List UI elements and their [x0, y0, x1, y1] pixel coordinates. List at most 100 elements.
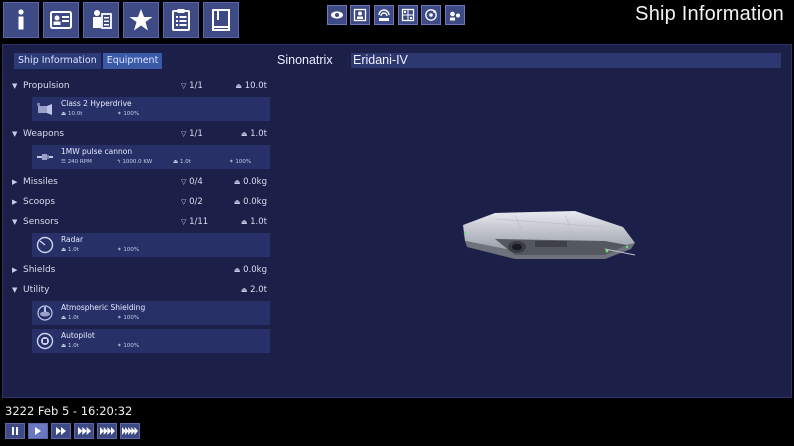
play-5x-icon	[122, 427, 138, 435]
ship-info-panel: Ship Information Equipment ▼ Propulsion …	[2, 44, 792, 398]
section-scoops[interactable]: ▶ Scoops ▽ 0/2 ⏏ 0.0kg	[10, 193, 273, 213]
play-4x-icon	[99, 427, 115, 435]
equipment-item-autopilot[interactable]: Autopilot ⏏ 1.0t ✶ 100%	[32, 329, 270, 353]
weight-icon: ⏏	[61, 315, 67, 321]
expand-arrow-icon: ▼	[12, 82, 18, 90]
section-propulsion[interactable]: ▼ Propulsion ▽ 1/1 ⏏ 10.0t	[10, 77, 273, 97]
id-card-tab-button[interactable]	[43, 2, 79, 38]
item-name: Class 2 Hyperdrive	[61, 99, 132, 108]
weight-icon: ⏏	[240, 130, 248, 138]
reputation-tab-button[interactable]	[123, 2, 159, 38]
play-2x-icon	[56, 427, 66, 435]
section-name: Propulsion	[23, 81, 70, 91]
orbit-icon	[425, 9, 437, 21]
crew-pair-icon	[450, 11, 460, 21]
item-name: Radar	[61, 235, 84, 244]
weight-icon: ⏏	[61, 343, 67, 349]
speed-2x-button[interactable]	[51, 423, 71, 439]
expand-arrow-icon: ▼	[12, 130, 18, 138]
section-name: Sensors	[23, 217, 59, 227]
star-icon	[129, 9, 153, 31]
slot-count: ▽ 1/11	[181, 217, 209, 227]
eye-icon	[331, 11, 343, 19]
expand-arrow-icon: ▼	[12, 218, 18, 226]
weight-icon: ⏏	[233, 266, 241, 274]
crew-tab-button[interactable]	[83, 2, 119, 38]
sector-map-view-button[interactable]	[398, 5, 418, 25]
weight-icon: ⏏	[61, 247, 67, 253]
slot-count: ▽ 0/2	[181, 197, 203, 207]
play-3x-icon	[77, 427, 91, 435]
crew-icon	[93, 10, 112, 29]
weight-icon: ⏏	[240, 218, 248, 226]
ship-name-field[interactable]: Eridani-IV	[351, 53, 781, 68]
item-name: Atmospheric Shielding	[61, 303, 146, 312]
expand-arrow-icon: ▶	[12, 198, 18, 206]
slot-icon: ▽	[181, 198, 187, 206]
section-missiles[interactable]: ▶ Missiles ▽ 0/4 ⏏ 0.0kg	[10, 173, 273, 193]
item-stats: ⏏ 1.0t ✶ 100%	[61, 315, 140, 321]
radar-view-button[interactable]	[374, 5, 394, 25]
section-sensors[interactable]: ▼ Sensors ▽ 1/11 ⏏ 1.0t	[10, 213, 273, 233]
cannon-icon	[37, 154, 53, 160]
section-weapons[interactable]: ▼ Weapons ▽ 1/1 ⏏ 1.0t	[10, 125, 273, 145]
equipment-list: ▼ Propulsion ▽ 1/1 ⏏ 10.0t Class 2 Hyper…	[10, 77, 273, 357]
section-mass: ⏏ 1.0t	[240, 129, 267, 139]
info-tab-button[interactable]	[3, 2, 39, 38]
speed-1x-button[interactable]	[28, 423, 48, 439]
section-name: Missiles	[23, 177, 58, 187]
section-name: Weapons	[23, 129, 65, 139]
wrench-icon: ✶	[229, 159, 234, 165]
encyclopedia-tab-button[interactable]	[203, 2, 239, 38]
wrench-icon: ✶	[117, 111, 122, 117]
external-view-button[interactable]	[327, 5, 347, 25]
slot-icon: ▽	[181, 130, 187, 138]
item-stats: ☰ 240 RPM ϟ 1000.0 KW ⏏ 1.0t ✶ 100%	[61, 159, 252, 165]
screen-title: Ship Information	[635, 3, 784, 25]
system-map-view-button[interactable]	[421, 5, 441, 25]
slot-icon: ▽	[181, 218, 187, 226]
game-date: 3222 Feb 5 - 16:20:32	[5, 404, 133, 418]
radar-dish-icon	[378, 9, 390, 21]
autopilot-icon	[36, 332, 54, 350]
weight-icon: ⏏	[173, 159, 179, 165]
wrench-icon: ✶	[117, 315, 122, 321]
sub-tab-bar: Ship Information Equipment	[14, 53, 163, 69]
section-name: Scoops	[23, 197, 56, 207]
tab-ship-information[interactable]: Ship Information	[14, 53, 101, 69]
top-bar: Ship Information	[0, 0, 794, 42]
hyperdrive-icon	[37, 103, 52, 115]
equipment-item-radar[interactable]: Radar ⏏ 1.0t ✶ 100%	[32, 233, 270, 257]
weight-icon: ⏏	[235, 82, 243, 90]
equipment-item-pulse-cannon[interactable]: 1MW pulse cannon ☰ 240 RPM ϟ 1000.0 KW ⏏ 1…	[32, 145, 270, 169]
target-map-icon	[401, 8, 415, 22]
missions-tab-button[interactable]	[163, 2, 199, 38]
equipment-column: Ship Information Equipment ▼ Propulsion …	[10, 51, 273, 391]
equipment-item-hyperdrive[interactable]: Class 2 Hyperdrive ⏏ 10.0t ✶ 100%	[32, 97, 270, 121]
ship-3d-view[interactable]	[455, 205, 645, 275]
speed-3x-button[interactable]	[74, 423, 94, 439]
expand-arrow-icon: ▶	[12, 266, 18, 274]
tab-equipment[interactable]: Equipment	[102, 53, 163, 69]
section-utility[interactable]: ▼ Utility ⏏ 2.0t	[10, 281, 273, 301]
item-stats: ⏏ 1.0t ✶ 100%	[61, 343, 140, 349]
clipboard-icon	[172, 9, 190, 31]
speed-5x-button[interactable]	[120, 423, 140, 439]
crew-view-button[interactable]	[445, 5, 465, 25]
section-mass: ⏏ 0.0kg	[233, 265, 267, 275]
section-mass: ⏏ 0.0kg	[233, 197, 267, 207]
section-name: Utility	[23, 285, 50, 295]
rate-icon: ☰	[61, 159, 66, 165]
section-shields[interactable]: ▶ Shields ⏏ 0.0kg	[10, 261, 273, 281]
pause-button[interactable]	[5, 423, 25, 439]
section-mass: ⏏ 2.0t	[240, 285, 267, 295]
slot-icon: ▽	[181, 178, 187, 186]
time-controls	[5, 423, 140, 439]
weight-icon: ⏏	[61, 111, 67, 117]
slot-icon: ▽	[181, 82, 187, 90]
slot-count: ▽ 0/4	[181, 177, 203, 187]
speed-4x-button[interactable]	[97, 423, 117, 439]
weight-icon: ⏏	[233, 198, 241, 206]
equipment-item-atmospheric-shielding[interactable]: Atmospheric Shielding ⏏ 1.0t ✶ 100%	[32, 301, 270, 325]
comms-view-button[interactable]	[350, 5, 370, 25]
